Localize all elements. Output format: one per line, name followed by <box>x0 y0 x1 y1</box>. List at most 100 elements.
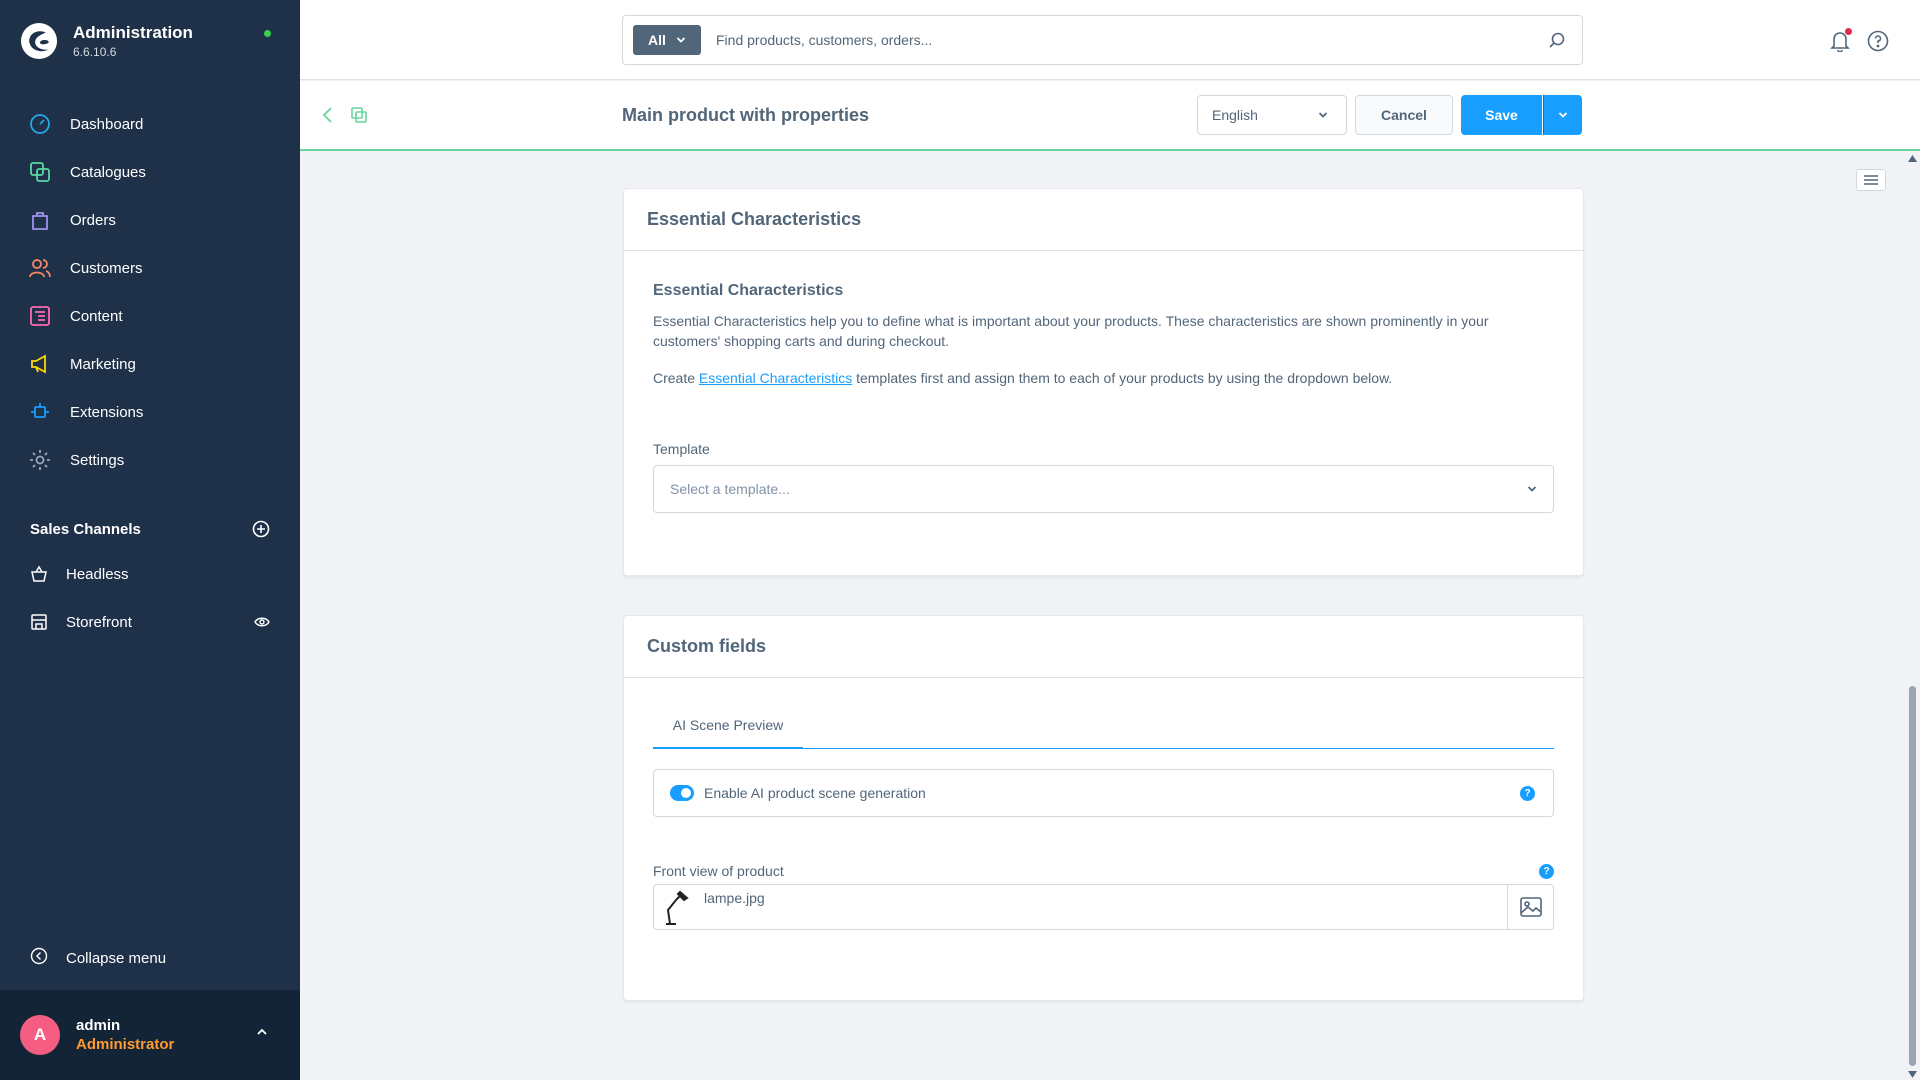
instructions-prefix: Create <box>653 370 699 386</box>
storefront-icon <box>30 613 48 631</box>
template-placeholder: Select a template... <box>670 481 790 497</box>
scrollbar-thumb[interactable] <box>1909 686 1916 1066</box>
section-instructions: Create Essential Characteristics templat… <box>653 368 1557 388</box>
sidebar-item-orders[interactable]: Orders <box>0 196 300 244</box>
back-arrow-icon[interactable] <box>320 106 336 124</box>
essential-characteristics-link[interactable]: Essential Characteristics <box>699 370 852 386</box>
media-picker-button[interactable] <box>1507 885 1553 929</box>
language-value: English <box>1212 107 1258 123</box>
collapse-icon <box>30 947 48 969</box>
smart-bar: Main product with properties English Can… <box>300 81 1920 151</box>
main-nav: Dashboard Catalogues Orders Customers Co… <box>0 100 300 484</box>
collapse-menu-button[interactable]: Collapse menu <box>30 947 166 969</box>
section-heading: Essential Characteristics <box>653 282 844 299</box>
content-icon <box>29 305 51 327</box>
sidebar-item-settings[interactable]: Settings <box>0 436 300 484</box>
settings-icon <box>29 449 51 471</box>
ai-scene-toggle[interactable] <box>670 785 694 801</box>
chevron-down-icon <box>1527 486 1537 492</box>
user-menu[interactable]: A admin Administrator <box>0 990 300 1080</box>
sidebar: Administration 6.6.10.6 Dashboard Catalo… <box>0 0 300 1080</box>
add-sales-channel-icon[interactable] <box>252 520 270 538</box>
search-type-label: All <box>648 32 666 48</box>
brand-version: 6.6.10.6 <box>73 45 117 59</box>
help-icon[interactable]: ? <box>1539 864 1554 879</box>
customers-icon <box>29 257 51 279</box>
search-icon[interactable] <box>1548 31 1566 49</box>
sidebar-item-extensions[interactable]: Extensions <box>0 388 300 436</box>
sidebar-item-customers[interactable]: Customers <box>0 244 300 292</box>
cancel-button[interactable]: Cancel <box>1355 95 1453 135</box>
chevron-down-icon <box>1558 112 1568 118</box>
sidebar-item-marketing[interactable]: Marketing <box>0 340 300 388</box>
help-icon[interactable]: ? <box>1520 786 1535 801</box>
sidebar-item-catalogues[interactable]: Catalogues <box>0 148 300 196</box>
lamp-thumbnail-icon <box>658 885 692 929</box>
toggle-label: Enable AI product scene generation <box>704 785 926 801</box>
card-title: Essential Characteristics <box>624 189 1583 251</box>
brand-title: Administration <box>73 23 193 42</box>
notification-badge <box>1845 28 1852 35</box>
marketing-icon <box>29 353 51 375</box>
search-input[interactable] <box>716 32 1548 48</box>
page-scrollbar[interactable] <box>1905 153 1920 1080</box>
sales-channels-header: Sales Channels <box>30 520 270 538</box>
essential-characteristics-card: Essential Characteristics Essential Char… <box>623 188 1584 576</box>
sidebar-item-content[interactable]: Content <box>0 292 300 340</box>
shopware-logo-icon <box>20 22 58 60</box>
sales-channel-storefront[interactable]: Storefront <box>0 598 300 646</box>
language-select[interactable]: English <box>1197 95 1347 135</box>
scroll-down-icon[interactable] <box>1908 1071 1917 1078</box>
help-icon[interactable] <box>1867 30 1889 52</box>
catalogues-icon <box>29 161 51 183</box>
global-search: All <box>622 15 1583 65</box>
template-select[interactable]: Select a template... <box>653 465 1554 513</box>
copy-icon[interactable] <box>350 106 368 124</box>
sidebar-item-label: Dashboard <box>70 115 144 133</box>
template-label: Template <box>653 441 710 457</box>
custom-fields-card: Custom fields AI Scene Preview Enable AI… <box>623 615 1584 1001</box>
sales-channel-headless[interactable]: Headless <box>0 550 300 598</box>
status-indicator <box>264 30 271 37</box>
section-description: Essential Characteristics help you to de… <box>653 313 1489 349</box>
tab-ai-scene-preview[interactable]: AI Scene Preview <box>653 703 803 749</box>
sidebar-item-label: Catalogues <box>70 163 146 181</box>
orders-icon <box>29 209 51 231</box>
sidebar-item-dashboard[interactable]: Dashboard <box>0 100 300 148</box>
extensions-icon <box>29 401 51 423</box>
sales-channel-label: Storefront <box>66 613 132 631</box>
content-area: Essential Characteristics Essential Char… <box>300 153 1905 1080</box>
instructions-suffix: templates first and assign them to each … <box>852 370 1393 386</box>
avatar: A <box>20 1015 60 1055</box>
card-title: Custom fields <box>624 616 1583 678</box>
chevron-down-icon <box>676 37 686 43</box>
sidebar-item-label: Settings <box>70 451 125 469</box>
sales-channel-label: Headless <box>66 565 129 583</box>
front-view-media-field[interactable]: lampe.jpg <box>653 884 1554 930</box>
sidebar-toggle-button[interactable] <box>1856 169 1886 191</box>
basket-icon <box>30 565 48 583</box>
sidebar-item-label: Extensions <box>70 403 144 421</box>
sales-channels-title: Sales Channels <box>30 520 141 538</box>
chevron-down-icon <box>1318 112 1328 118</box>
sidebar-item-label: Orders <box>70 211 116 229</box>
sales-channel-list: Headless Storefront <box>0 550 300 646</box>
eye-icon[interactable] <box>254 614 270 630</box>
dashboard-icon <box>29 113 51 135</box>
custom-field-tabs: AI Scene Preview <box>653 703 1554 749</box>
top-bar: All <box>300 0 1920 80</box>
user-name: admin <box>76 1017 121 1034</box>
save-button[interactable]: Save <box>1461 95 1542 135</box>
search-type-select[interactable]: All <box>633 25 701 55</box>
sidebar-item-label: Marketing <box>70 355 136 373</box>
brand[interactable]: Administration 6.6.10.6 <box>20 22 193 60</box>
file-name: lampe.jpg <box>704 890 765 906</box>
user-role: Administrator <box>76 1036 175 1053</box>
collapse-menu-label: Collapse menu <box>66 949 167 967</box>
front-view-label: Front view of product <box>653 863 784 879</box>
chevron-up-icon[interactable] <box>256 1026 268 1038</box>
save-options-button[interactable] <box>1543 95 1582 135</box>
scroll-up-icon[interactable] <box>1908 155 1917 162</box>
menu-icon <box>1864 175 1878 185</box>
sidebar-item-label: Content <box>70 307 123 325</box>
